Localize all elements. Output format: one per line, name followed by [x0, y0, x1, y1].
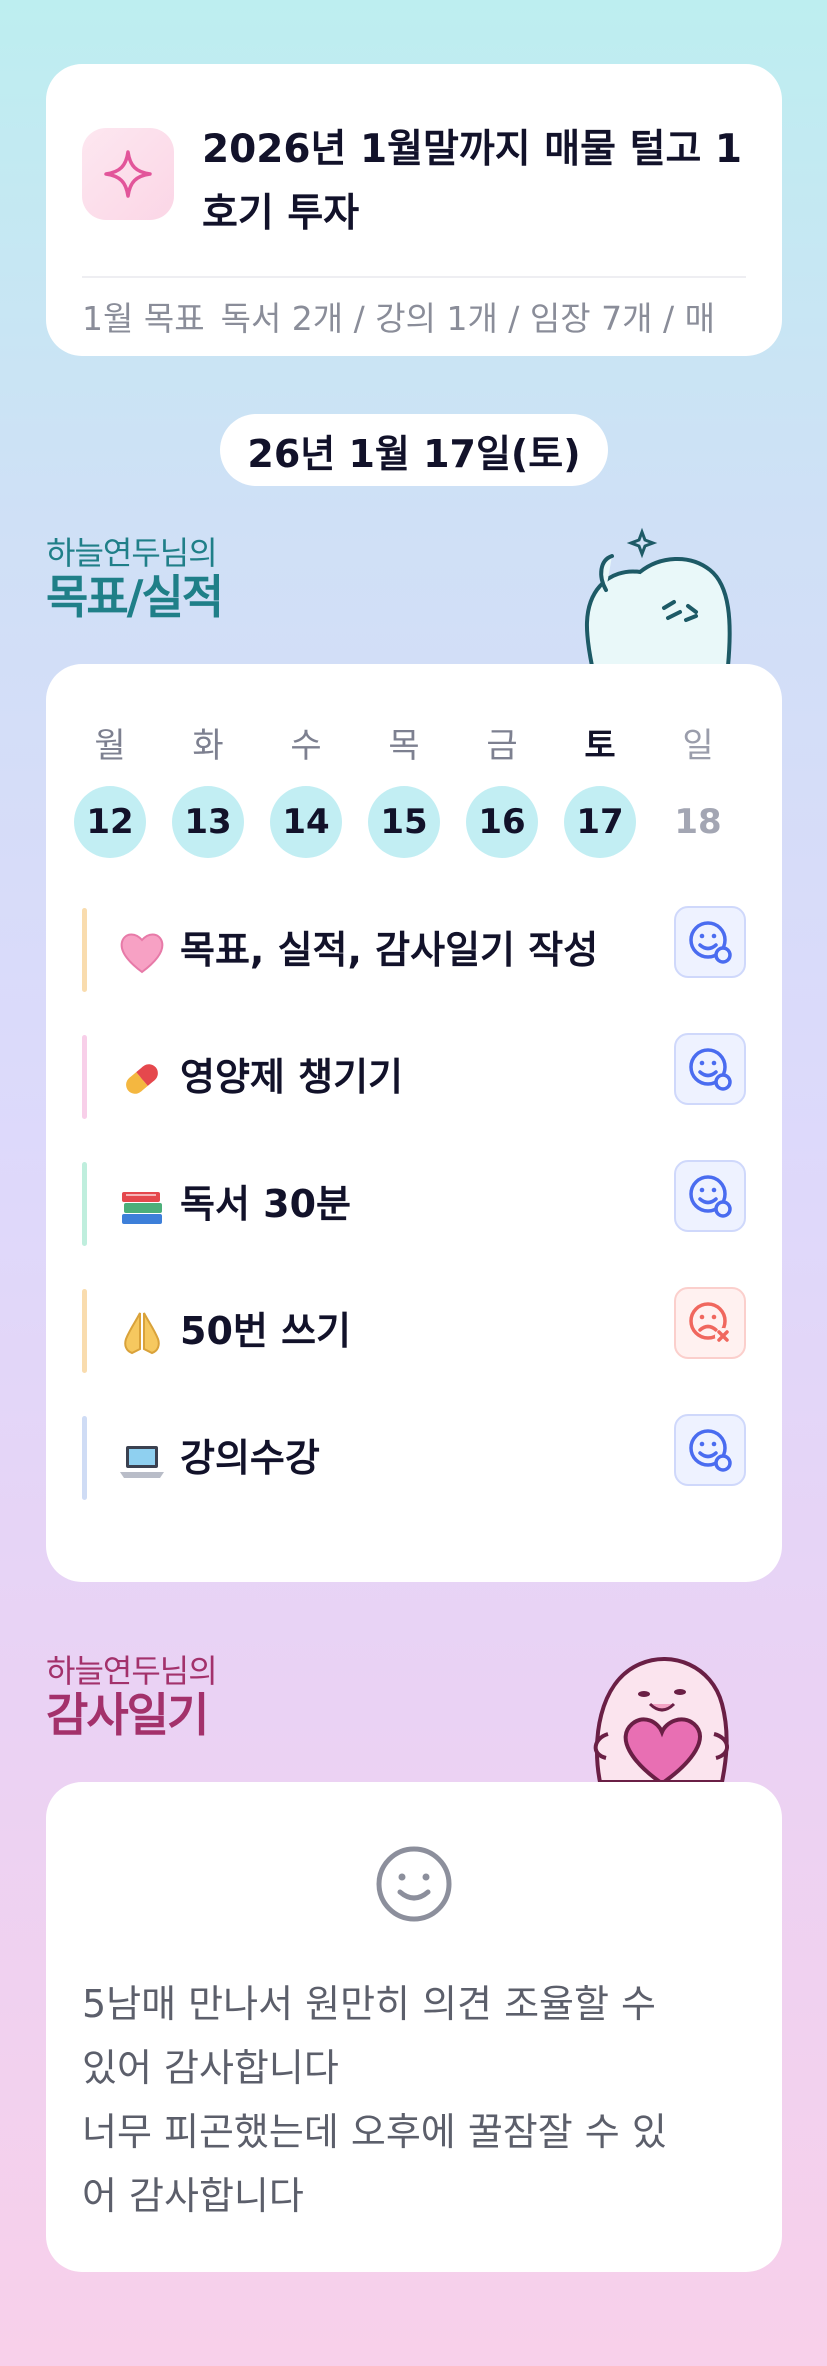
habit-label: 목표, 실적, 감사일기 작성 — [180, 928, 599, 972]
habit-label: 영양제 챙기기 — [180, 1055, 403, 1099]
habit-color-bar — [82, 1035, 87, 1119]
tracker-heading-title: 목표/실적 — [46, 570, 224, 624]
date-number[interactable]: 16 — [466, 786, 538, 858]
weekday-label: 목 — [388, 726, 420, 766]
habit-row[interactable]: 독서 30분 — [82, 1160, 746, 1246]
status-done-face-icon[interactable] — [674, 906, 746, 978]
habit-row[interactable]: 영양제 챙기기 — [82, 1033, 746, 1119]
day-column[interactable]: 금 16 — [464, 724, 540, 858]
date-number[interactable]: 18 — [662, 786, 734, 858]
date-number[interactable]: 12 — [74, 786, 146, 858]
status-done-face-icon[interactable] — [674, 1160, 746, 1232]
divider — [82, 276, 746, 278]
laptop-icon — [116, 1434, 168, 1486]
day-column[interactable]: 수 14 — [268, 724, 344, 858]
habit-label: 강의수강 — [180, 1436, 320, 1480]
monthly-goal: 1월 목표 독서 2개 / 강의 1개 / 임장 7개 / 매 — [82, 292, 782, 340]
date-number[interactable]: 17 — [564, 786, 636, 858]
monthly-goal-label: 1월 목표 — [82, 299, 205, 338]
habit-color-bar — [82, 1416, 87, 1500]
weekday-label: 월 — [94, 726, 126, 766]
habit-label: 50번 쓰기 — [180, 1309, 351, 1353]
weekday-label: 화 — [192, 726, 224, 766]
heart-mascot-illustration — [572, 1642, 748, 1786]
status-fail-face-icon[interactable] — [674, 1287, 746, 1359]
goal-title: 2026년 1월말까지 매물 털고 1호기 투자 — [202, 127, 743, 236]
books-icon — [116, 1180, 168, 1232]
date-number[interactable]: 15 — [368, 786, 440, 858]
tracker-heading: 하늘연두님의 목표/실적 — [46, 534, 224, 624]
habit-color-bar — [82, 1289, 87, 1373]
gratitude-heading-subtitle: 하늘연두님의 — [46, 1652, 218, 1690]
goal-card[interactable]: 2026년 1월말까지 매물 털고 1호기 투자 1월 목표 독서 2개 / 강의… — [46, 64, 782, 356]
monthly-goal-text: 독서 2개 / 강의 1개 / 임장 7개 / 매 — [220, 299, 715, 338]
day-column[interactable]: 일 18 — [660, 724, 736, 858]
habit-row[interactable]: 목표, 실적, 감사일기 작성 — [82, 906, 746, 992]
tracker-heading-subtitle: 하늘연두님의 — [46, 534, 218, 572]
pill-icon — [116, 1053, 168, 1105]
status-done-face-icon[interactable] — [674, 1033, 746, 1105]
day-column[interactable]: 토 17 — [562, 724, 638, 858]
habit-color-bar — [82, 1162, 87, 1246]
date-number[interactable]: 13 — [172, 786, 244, 858]
gratitude-heading-title: 감사일기 — [46, 1688, 209, 1742]
day-column[interactable]: 화 13 — [170, 724, 246, 858]
status-done-face-icon[interactable] — [674, 1414, 746, 1486]
habit-color-bar — [82, 908, 87, 992]
habit-row[interactable]: 강의수강 — [82, 1414, 746, 1500]
smile-face-icon — [374, 1844, 454, 1928]
gratitude-card[interactable]: 5남매 만나서 원만히 의견 조율할 수 있어 감사합니다 너무 피곤했는데 오… — [46, 1782, 782, 2272]
tracker-card: 월 12 화 13 수 14 목 15 금 16 토 17 일 18 목표, 실적, 감사일기 작성영양제… — [46, 664, 782, 1582]
sparkle-icon — [82, 128, 174, 220]
weekday-label: 토 — [584, 726, 616, 766]
ghost-mascot-illustration — [570, 526, 740, 670]
date-number[interactable]: 14 — [270, 786, 342, 858]
pink-heart-icon — [116, 926, 168, 978]
weekday-label: 일 — [682, 726, 714, 766]
date-pill[interactable]: 26년 1월 17일(토) — [220, 414, 608, 486]
habit-row[interactable]: 50번 쓰기 — [82, 1287, 746, 1373]
habit-label: 독서 30분 — [180, 1182, 351, 1226]
day-column[interactable]: 월 12 — [72, 724, 148, 858]
weekday-label: 수 — [290, 726, 322, 766]
praying-hands-icon — [116, 1307, 168, 1359]
gratitude-heading: 하늘연두님의 감사일기 — [46, 1652, 218, 1742]
weekday-label: 금 — [486, 726, 518, 766]
day-column[interactable]: 목 15 — [366, 724, 442, 858]
gratitude-text: 5남매 만나서 원만히 의견 조율할 수 있어 감사합니다 너무 피곤했는데 오… — [82, 1982, 667, 2218]
